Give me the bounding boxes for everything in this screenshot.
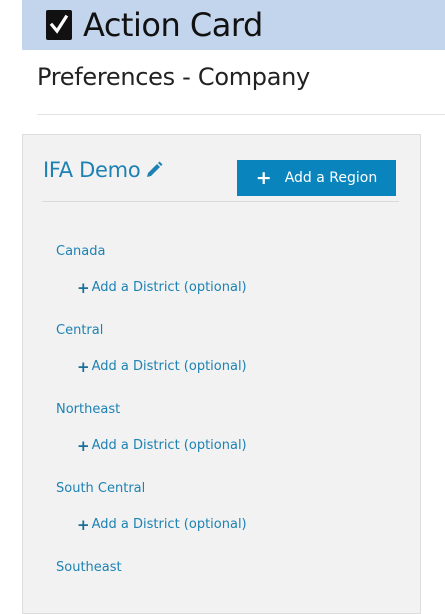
- checkbox-checked-icon: [46, 10, 72, 40]
- region-item-central[interactable]: Central: [56, 322, 103, 340]
- divider: [42, 201, 399, 202]
- add-district-label: Add a District (optional): [91, 438, 247, 453]
- add-district-link[interactable]: + Add a District (optional): [77, 516, 247, 534]
- add-region-button[interactable]: + Add a Region: [237, 160, 396, 196]
- region-item-south-central[interactable]: South Central: [56, 480, 145, 498]
- add-district-label: Add a District (optional): [91, 280, 247, 295]
- add-district-link[interactable]: + Add a District (optional): [77, 279, 247, 297]
- divider: [37, 114, 445, 115]
- company-panel: IFA Demo + Add a Region Canada + Add a D…: [22, 134, 421, 614]
- page-title: Preferences - Company: [37, 63, 310, 91]
- add-district-link[interactable]: + Add a District (optional): [77, 358, 247, 376]
- region-item-northeast[interactable]: Northeast: [56, 401, 120, 419]
- company-heading: IFA Demo: [43, 155, 163, 185]
- company-name: IFA Demo: [43, 158, 141, 182]
- add-district-link[interactable]: + Add a District (optional): [77, 437, 247, 455]
- add-region-label: Add a Region: [284, 170, 378, 186]
- plus-icon: +: [77, 279, 90, 297]
- app-header: Action Card: [22, 0, 445, 50]
- add-district-label: Add a District (optional): [91, 517, 247, 532]
- plus-icon: +: [77, 358, 90, 376]
- region-item-canada[interactable]: Canada: [56, 243, 105, 261]
- plus-icon: +: [77, 516, 90, 534]
- add-district-label: Add a District (optional): [91, 359, 247, 374]
- plus-icon: +: [255, 166, 272, 189]
- pencil-icon[interactable]: [145, 161, 163, 179]
- plus-icon: +: [77, 437, 90, 455]
- region-item-southeast[interactable]: Southeast: [56, 559, 122, 577]
- app-title: Action Card: [83, 6, 263, 44]
